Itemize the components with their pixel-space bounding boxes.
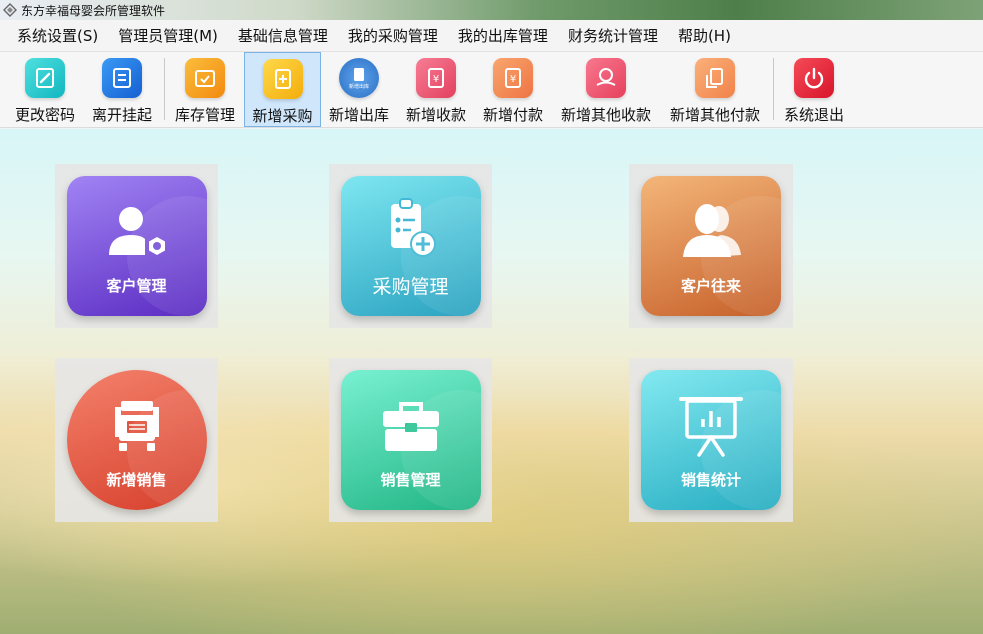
- users-icon: [683, 203, 741, 257]
- menu-basic-info[interactable]: 基础信息管理: [228, 20, 338, 52]
- edit-password-icon: [25, 58, 65, 98]
- customer-management-label: 客户管理: [106, 276, 167, 295]
- clipboard-add-icon: [390, 197, 436, 257]
- briefcase-icon: [382, 401, 439, 451]
- customer-relations-tile[interactable]: 客户往来: [641, 176, 781, 316]
- menu-finance-stats[interactable]: 财务统计管理: [558, 20, 668, 52]
- customer-relations-label: 客户往来: [680, 276, 741, 295]
- truck-icon: [114, 400, 159, 451]
- new-purchase-label: 新增采购: [252, 107, 313, 125]
- tile-frame: 客户管理: [55, 164, 218, 328]
- new-outbound-label: 新增出库: [328, 106, 389, 124]
- new-other-payment-button[interactable]: 新增其他付款: [664, 52, 766, 127]
- other-receipt-icon: [586, 58, 626, 98]
- sales-management-label: 销售管理: [380, 470, 441, 489]
- sales-statistics-label: 销售统计: [680, 470, 741, 489]
- tile-frame: 销售统计: [629, 358, 793, 522]
- change-password-label: 更改密码: [14, 106, 75, 124]
- purchase-management-tile[interactable]: 采购管理: [340, 176, 481, 316]
- menu-bar: 系统设置(S) 管理员管理(M) 基础信息管理 我的采购管理 我的出库管理 财务…: [0, 20, 983, 52]
- sales-management-tile[interactable]: 销售管理: [340, 370, 481, 510]
- leave-suspend-button[interactable]: 离开挂起: [86, 52, 158, 127]
- power-icon: [794, 58, 834, 98]
- outbound-icon-caption: 新增出库: [349, 83, 369, 90]
- new-payment-label: 新增付款: [482, 106, 543, 124]
- menu-system-settings[interactable]: 系统设置(S): [7, 20, 108, 52]
- menu-my-purchase[interactable]: 我的采购管理: [338, 20, 448, 52]
- system-exit-button[interactable]: 系统退出: [778, 52, 850, 127]
- window-title: 东方幸福母婴会所管理软件: [21, 3, 166, 18]
- new-payment-button[interactable]: ¥ 新增付款: [477, 52, 549, 127]
- presentation-chart-icon: [679, 396, 743, 457]
- menu-help[interactable]: 帮助(H): [668, 20, 741, 52]
- new-outbound-button[interactable]: 新增出库 新增出库: [324, 52, 394, 127]
- lock-screen-icon: [102, 58, 142, 98]
- tile-frame: 销售管理: [329, 358, 492, 522]
- new-receipt-button[interactable]: ¥ 新增收款: [400, 52, 472, 127]
- title-bar: 东方幸福母婴会所管理软件: [0, 0, 983, 20]
- system-exit-label: 系统退出: [783, 106, 844, 124]
- svg-text:¥: ¥: [510, 74, 516, 85]
- receipt-add-icon: ¥: [416, 58, 456, 98]
- svg-text:¥: ¥: [433, 74, 439, 85]
- purchase-add-icon: [262, 59, 303, 99]
- new-purchase-button[interactable]: 新增采购: [244, 52, 321, 127]
- change-password-button[interactable]: 更改密码: [6, 52, 84, 127]
- toolbar: 更改密码 离开挂起 库存管理 新增采购 新增出库 新增出库 ¥ 新增收款 ¥ 新…: [0, 52, 983, 128]
- tile-frame: 采购管理: [329, 164, 492, 328]
- menu-my-outbound[interactable]: 我的出库管理: [448, 20, 558, 52]
- new-other-receipt-button[interactable]: 新增其他收款: [555, 52, 657, 127]
- new-sales-tile[interactable]: 新增销售: [66, 370, 207, 510]
- new-other-payment-label: 新增其他付款: [669, 106, 760, 124]
- payment-add-icon: ¥: [493, 58, 533, 98]
- leave-suspend-label: 离开挂起: [91, 106, 152, 124]
- new-other-receipt-label: 新增其他收款: [560, 106, 651, 124]
- sales-statistics-tile[interactable]: 销售统计: [641, 370, 781, 510]
- toolbar-separator: [773, 58, 774, 120]
- new-sales-label: 新增销售: [106, 470, 167, 489]
- new-receipt-label: 新增收款: [405, 106, 466, 124]
- customer-settings-icon: [108, 206, 165, 255]
- toolbar-separator: [164, 58, 165, 120]
- inventory-management-label: 库存管理: [174, 106, 235, 124]
- app-logo-icon: [3, 3, 17, 17]
- other-payment-icon: [695, 58, 735, 98]
- tile-frame: 新增销售: [55, 358, 218, 522]
- menu-admin-management[interactable]: 管理员管理(M): [108, 20, 228, 52]
- inventory-box-icon: [185, 58, 225, 98]
- purchase-management-label: 采购管理: [372, 275, 449, 298]
- customer-management-tile[interactable]: 客户管理: [66, 176, 207, 316]
- tile-frame: 客户往来: [629, 164, 793, 328]
- inventory-management-button[interactable]: 库存管理: [168, 52, 242, 127]
- outbound-add-icon: 新增出库: [339, 58, 379, 98]
